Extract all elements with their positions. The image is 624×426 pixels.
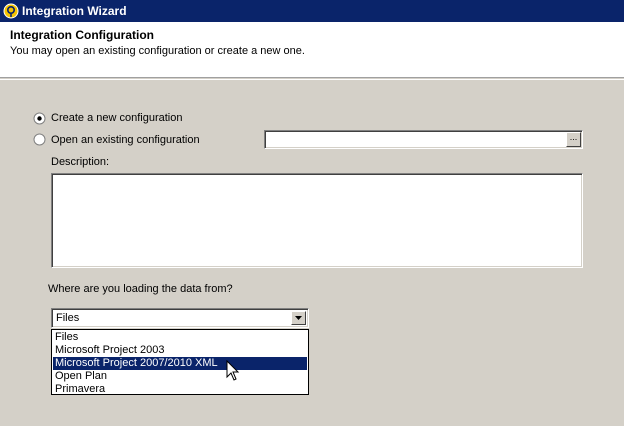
source-select[interactable]: Files bbox=[51, 308, 309, 328]
description-textarea[interactable] bbox=[51, 173, 583, 268]
description-label: Description: bbox=[51, 156, 110, 168]
dropdown-option-files[interactable]: Files bbox=[53, 331, 307, 344]
create-new-radio[interactable] bbox=[33, 112, 46, 125]
wizard-header: Integration Configuration You may open a… bbox=[0, 22, 624, 78]
page-title: Integration Configuration bbox=[10, 28, 154, 42]
create-new-label[interactable]: Create a new configuration bbox=[51, 112, 182, 124]
page-subtitle: You may open an existing configuration o… bbox=[10, 45, 305, 57]
header-divider bbox=[0, 79, 624, 80]
existing-config-path-field[interactable]: ... bbox=[264, 130, 583, 149]
dropdown-arrow-button[interactable] bbox=[291, 311, 306, 325]
source-label: Where are you loading the data from? bbox=[48, 283, 233, 295]
app-logo-icon bbox=[3, 3, 19, 19]
title-bar: Integration Wizard bbox=[0, 0, 624, 22]
dropdown-option-ms-project-2003[interactable]: Microsoft Project 2003 bbox=[53, 344, 307, 357]
browse-button[interactable]: ... bbox=[566, 132, 581, 147]
dropdown-option-ms-project-xml[interactable]: Microsoft Project 2007/2010 XML bbox=[53, 357, 307, 370]
chevron-down-icon bbox=[295, 316, 302, 320]
source-dropdown-list: Files Microsoft Project 2003 Microsoft P… bbox=[51, 329, 309, 395]
open-existing-radio[interactable] bbox=[33, 133, 46, 146]
window-title: Integration Wizard bbox=[22, 4, 127, 18]
dropdown-option-open-plan[interactable]: Open Plan bbox=[53, 370, 307, 383]
source-select-value: Files bbox=[56, 312, 80, 324]
dropdown-option-primavera[interactable]: Primavera bbox=[53, 383, 307, 396]
open-existing-label[interactable]: Open an existing configuration bbox=[51, 134, 200, 146]
mouse-pointer-icon bbox=[226, 360, 240, 381]
